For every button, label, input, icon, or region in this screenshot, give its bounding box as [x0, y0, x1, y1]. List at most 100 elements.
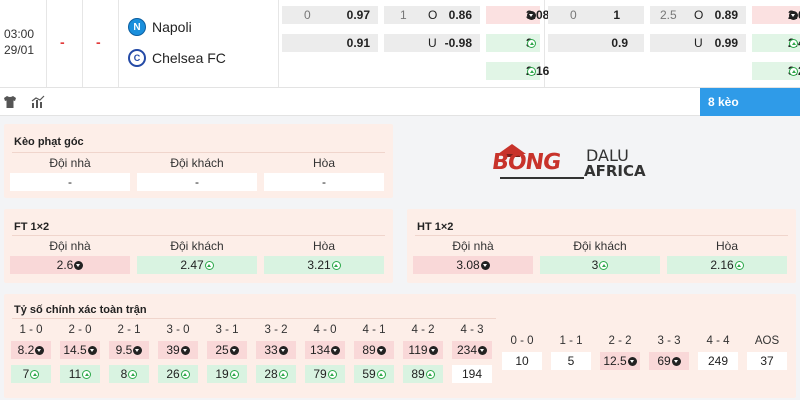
score-odds[interactable]: 234: [452, 341, 492, 359]
arrow-down-icon: [74, 261, 84, 270]
ht-1x2-panel: HT 1×2 Đội nhà Đội khách Hòa 3.08 3 2.16: [407, 209, 796, 283]
score-odds[interactable]: 8: [109, 365, 149, 383]
match-row[interactable]: 03:00 29/01 - - N Napoli C Chelsea FC 0 …: [0, 0, 800, 88]
score-odds[interactable]: 19: [207, 365, 247, 383]
score-odds[interactable]: 119: [403, 341, 443, 359]
h1-handicap-away-odds[interactable]: 0.9: [548, 34, 644, 52]
home-team[interactable]: N Napoli: [128, 17, 192, 37]
odds-value: 69: [657, 354, 671, 368]
full-time-score: -: [96, 34, 101, 50]
corner-odds-panel: Kèo phạt góc Đội nhà Đội khách Hòa - - -: [4, 124, 393, 198]
score-odds[interactable]: 249: [698, 352, 738, 370]
column-header: Đội khách: [573, 239, 627, 253]
arrow-up-icon: [327, 370, 337, 379]
arrow-up-icon: [527, 67, 536, 76]
ft-away-odds[interactable]: 2.47: [137, 256, 257, 274]
score-odds[interactable]: 25: [207, 341, 247, 359]
score-odds[interactable]: 194: [452, 365, 492, 383]
brand-part1: BONG: [490, 150, 562, 175]
column-header: Hòa: [312, 239, 335, 253]
odds-value: 19: [215, 367, 229, 381]
score-label: 4 - 4: [706, 335, 730, 347]
score-odds[interactable]: 33: [256, 341, 296, 359]
score-label: 0 - 0: [510, 335, 534, 347]
brand-part3: AFRICA: [584, 162, 646, 180]
divider: [82, 0, 83, 87]
arrow-down-icon: [527, 11, 536, 20]
score-odds[interactable]: 7: [11, 365, 51, 383]
arrow-up-icon: [30, 370, 40, 379]
odds-value: 11: [68, 367, 82, 381]
ft-home-odds[interactable]: 2.6: [10, 256, 130, 274]
x12-home-odds[interactable]: 3.08: [486, 6, 549, 24]
score-label: 1 - 0: [19, 324, 43, 336]
score-odds[interactable]: 28: [256, 365, 296, 383]
score-odds[interactable]: 14.5: [60, 341, 100, 359]
score-odds[interactable]: 79: [305, 365, 345, 383]
odds-value: 3: [591, 258, 599, 272]
score-label: 3 - 1: [215, 324, 239, 336]
score-odds[interactable]: 9.5: [109, 341, 149, 359]
arrow-up-icon: [82, 370, 92, 379]
score-odds[interactable]: 39: [158, 341, 198, 359]
h1-over-label: O: [694, 8, 704, 22]
corner-home-odds[interactable]: -: [10, 173, 130, 191]
score-odds[interactable]: 37: [747, 352, 787, 370]
ft-1x2-panel: FT 1×2 Đội nhà Đội khách Hòa 2.6 2.47 3.…: [4, 209, 393, 283]
h1-handicap-home-odds[interactable]: 0 1: [548, 6, 644, 24]
h1-under-label: U: [694, 36, 703, 50]
under-odds[interactable]: U -0.98: [384, 34, 480, 52]
arrow-down-icon: [789, 11, 798, 20]
h1-handicap-home-value: 1: [613, 8, 620, 22]
x12-away-odds[interactable]: 3: [486, 34, 540, 52]
score-odds[interactable]: 12.5: [600, 352, 640, 370]
ht-away-odds[interactable]: 3: [540, 256, 660, 274]
arrow-up-icon: [527, 39, 536, 48]
score-label: 4 - 3: [460, 324, 484, 336]
arrow-down-icon: [278, 346, 288, 355]
ft-draw-odds[interactable]: 3.21: [264, 256, 384, 274]
score-odds[interactable]: 11: [60, 365, 100, 383]
score-odds[interactable]: 8.2: [11, 341, 51, 359]
h1-x12-home-odds[interactable]: 2.6: [752, 6, 800, 24]
arrow-down-icon: [478, 346, 488, 355]
odds-value: 26: [166, 367, 180, 381]
odds-value: 3.08: [456, 258, 480, 272]
column-header: Đội khách: [170, 239, 224, 253]
score-odds[interactable]: 5: [551, 352, 591, 370]
x12-draw-odds[interactable]: 2.16: [486, 62, 549, 80]
score-odds[interactable]: 89: [354, 341, 394, 359]
score-odds[interactable]: 26: [158, 365, 198, 383]
handicap-home-value: 0.97: [346, 8, 370, 22]
corner-draw-odds[interactable]: -: [264, 173, 384, 191]
odds-value: 39: [166, 343, 180, 357]
score-label: 4 - 2: [411, 324, 435, 336]
handicap-away-value: 0.91: [346, 36, 370, 50]
tab-8-keo[interactable]: 8 kèo: [700, 88, 800, 116]
score-odds[interactable]: 10: [502, 352, 542, 370]
arrow-down-icon: [428, 346, 438, 355]
score-odds[interactable]: 134: [305, 341, 345, 359]
h1-x12-away-odds[interactable]: 2.47: [752, 34, 800, 52]
away-team[interactable]: C Chelsea FC: [128, 48, 226, 68]
score-odds[interactable]: 59: [354, 365, 394, 383]
score-odds[interactable]: 89: [403, 365, 443, 383]
ht-draw-odds[interactable]: 2.16: [667, 256, 787, 274]
arrow-down-icon: [671, 357, 681, 366]
score-label: 4 - 0: [313, 324, 337, 336]
ht-home-odds[interactable]: 3.08: [413, 256, 533, 274]
odds-value: 134: [309, 343, 331, 357]
h1-x12-draw-odds[interactable]: 3.21: [752, 62, 800, 80]
score-odds[interactable]: 69: [649, 352, 689, 370]
h1-over-odds[interactable]: 2.5 O 0.89: [650, 6, 746, 24]
over-odds[interactable]: 1 O 0.86: [384, 6, 480, 24]
handicap-home-odds[interactable]: 0 0.97: [282, 6, 378, 24]
corner-away-odds[interactable]: -: [137, 173, 257, 191]
handicap-away-odds[interactable]: 0.91: [282, 34, 378, 52]
odds-value: 234: [456, 343, 478, 357]
shirt-icon[interactable]: [3, 95, 17, 109]
arrow-up-icon: [128, 370, 138, 379]
h1-under-odds[interactable]: U 0.99: [650, 34, 746, 52]
stats-chart-icon[interactable]: [31, 95, 45, 109]
h1-over-value: 0.89: [714, 8, 738, 22]
